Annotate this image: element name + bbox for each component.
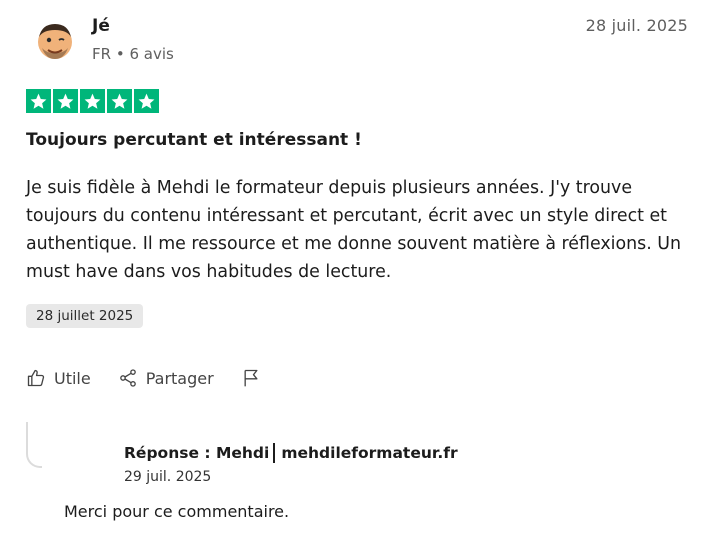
review-title: Toujours percutant et intéressant ! [26,130,362,150]
avatar [34,20,76,62]
useful-label: Utile [54,368,91,388]
thumbs-up-icon [26,368,46,388]
reviewer-country: FR [92,45,112,63]
reply-prefix: Réponse : Mehdi [124,444,270,462]
review-actions: Utile Partager [26,368,288,388]
share-icon [118,368,138,388]
star-rating [26,89,159,113]
reply-company[interactable]: mehdileformateur.fr [281,444,457,462]
reply-text: Merci pour ce commentaire. [64,502,290,521]
reply-separator [273,443,276,463]
star-icon [107,89,132,113]
useful-button[interactable]: Utile [26,368,91,388]
meta-separator: • [115,45,125,63]
reviewer-review-count: 6 avis [129,45,174,63]
star-icon [134,89,159,113]
star-icon [26,89,51,113]
report-button[interactable] [241,368,261,388]
star-icon [53,89,78,113]
reviewer-meta: FR • 6 avis [92,45,174,63]
star-icon [80,89,105,113]
reviewer-name[interactable]: Jé [92,16,110,36]
reply-header: Réponse : Mehdi mehdileformateur.fr [124,443,458,463]
review-text: Je suis fidèle à Mehdi le formateur depu… [26,178,682,282]
review-date: 28 juil. 2025 [585,16,688,35]
reply-date: 29 juil. 2025 [124,469,212,485]
share-button[interactable]: Partager [118,368,214,388]
reply-connector [26,422,42,468]
share-label: Partager [145,368,214,388]
experience-date-badge: 28 juillet 2025 [26,304,144,328]
flag-icon [241,368,261,388]
